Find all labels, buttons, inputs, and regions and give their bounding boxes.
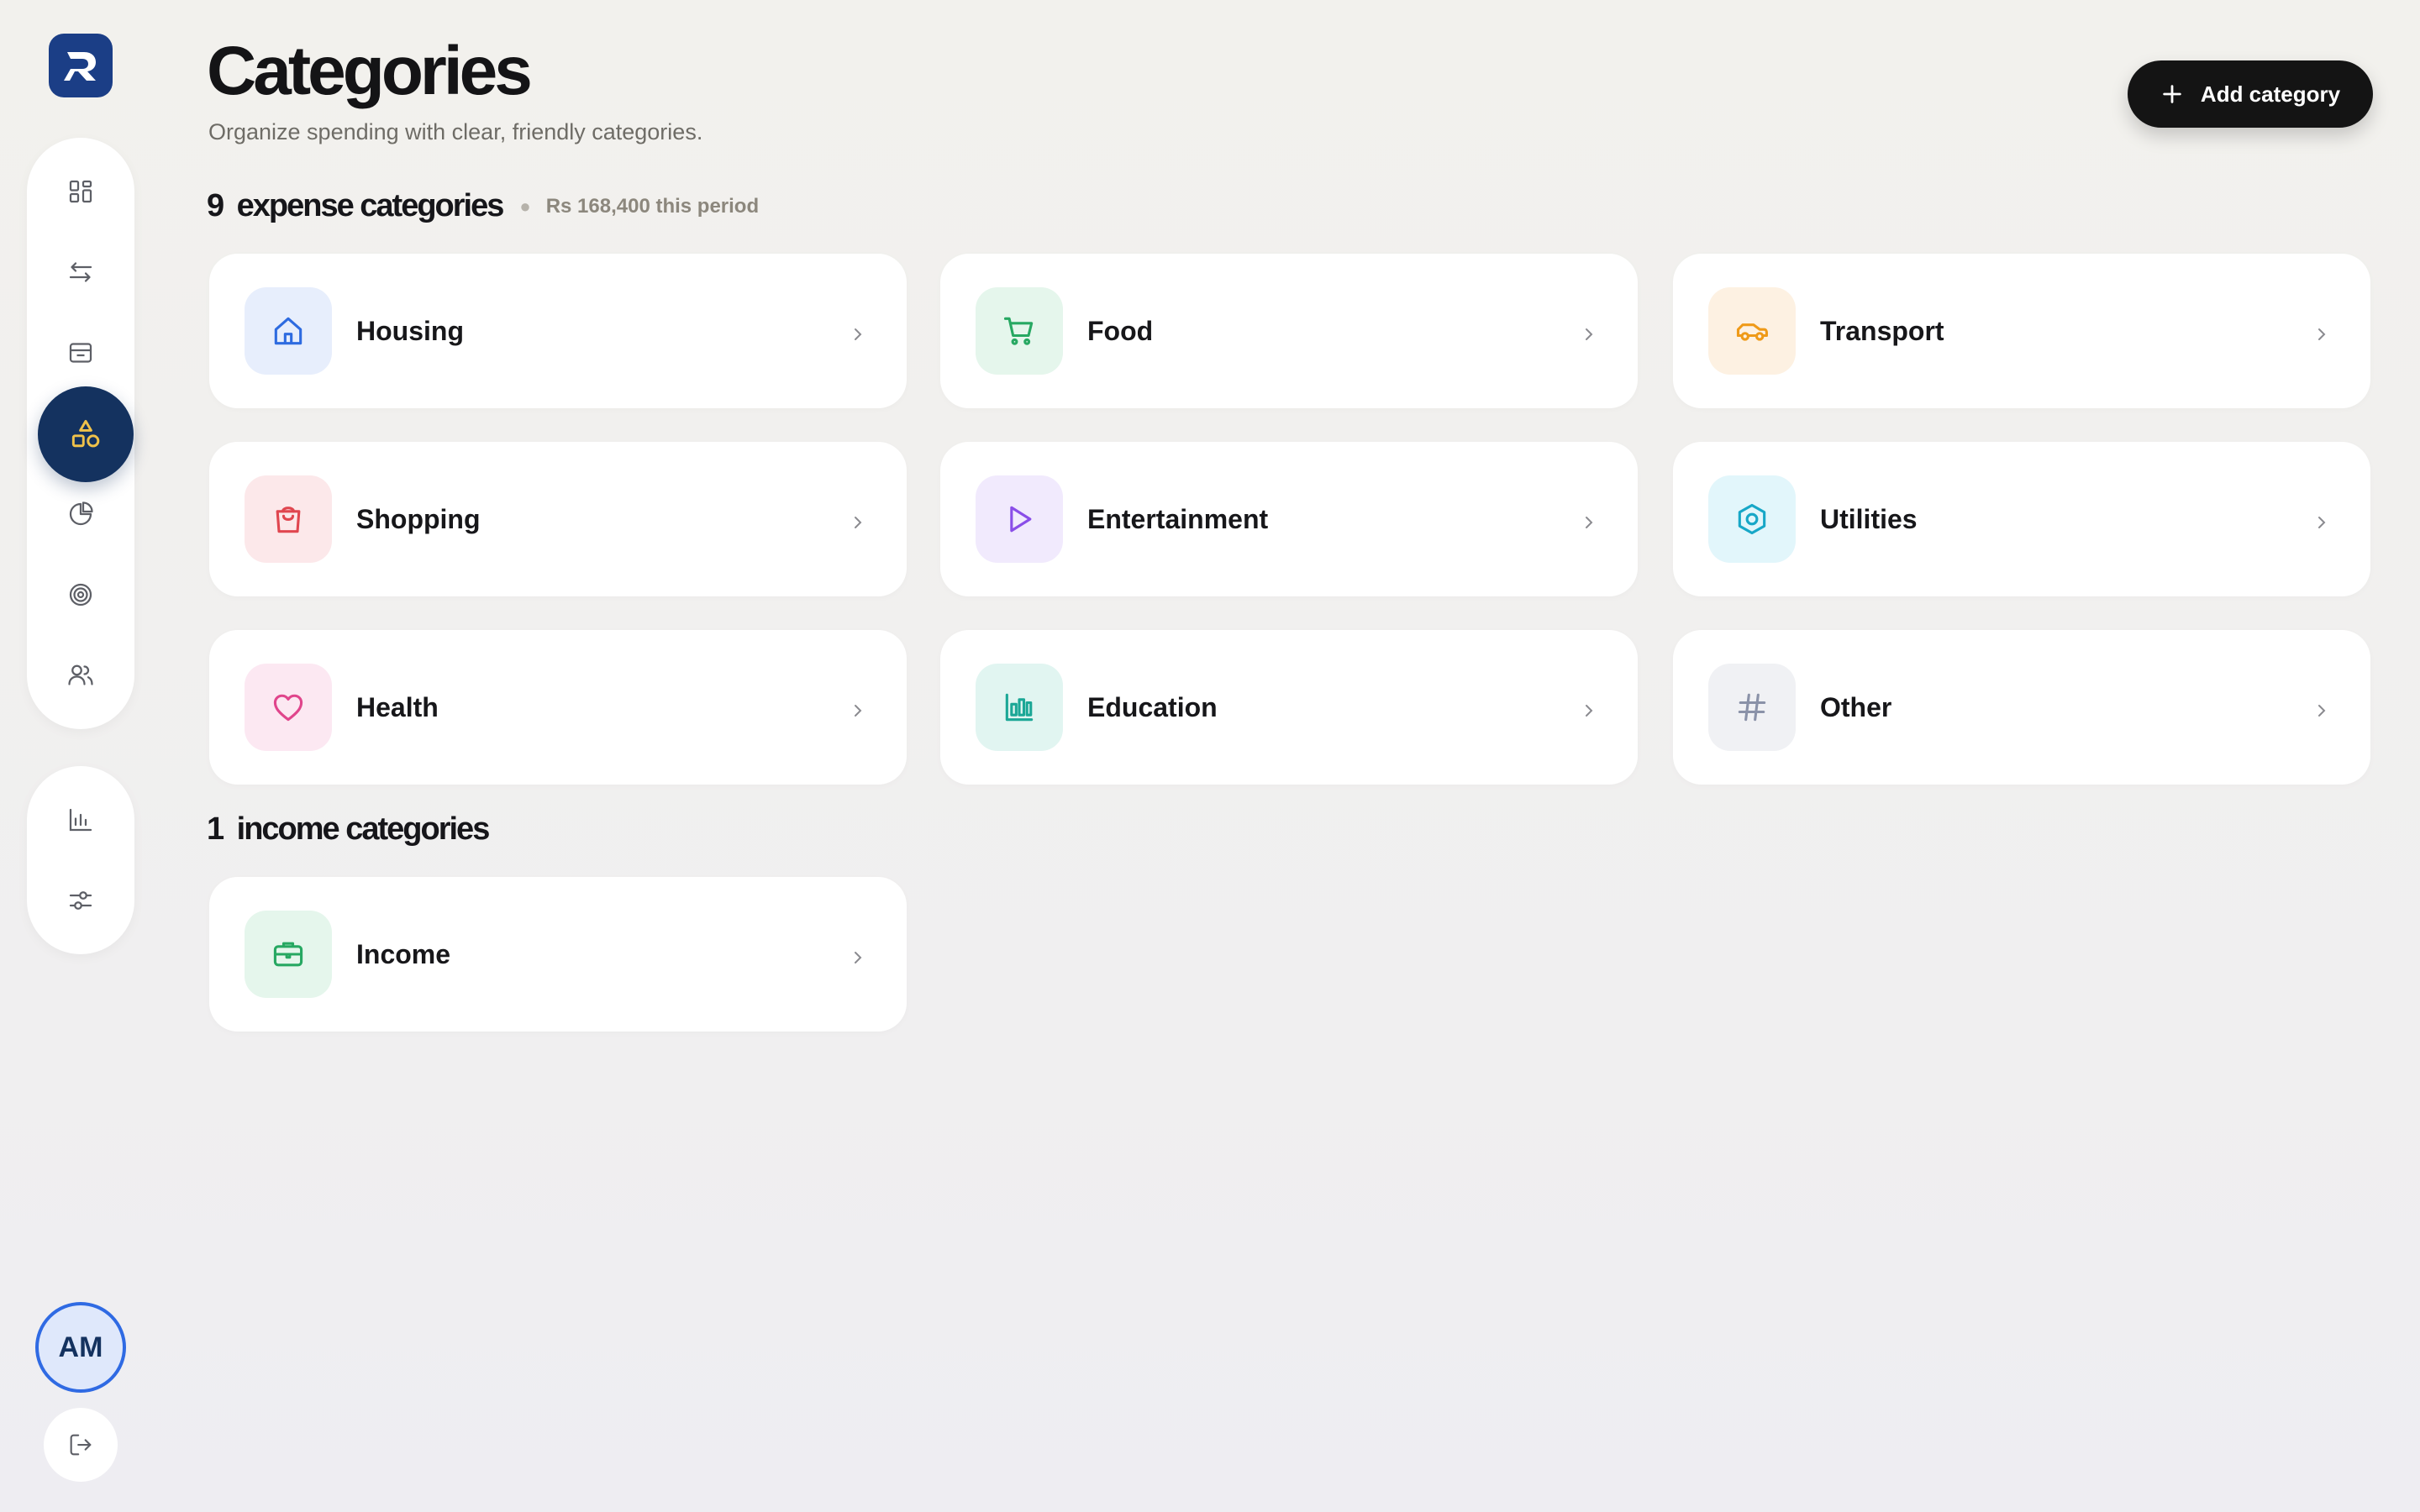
- category-name: Transport: [1820, 316, 1944, 346]
- category-icon-box: [245, 475, 332, 563]
- nav-goals[interactable]: [54, 568, 108, 622]
- sliders-icon: [69, 891, 92, 910]
- category-name: Other: [1820, 692, 1892, 722]
- add-category-label: Add category: [2200, 81, 2341, 107]
- expense-total: Rs 168,400 this period: [545, 194, 760, 218]
- plus-icon: [2163, 85, 2181, 103]
- logo-mark-icon: [64, 52, 96, 81]
- category-icon-box: [1708, 664, 1796, 751]
- shopping-bag-icon: [276, 507, 301, 533]
- house-icon: [274, 317, 302, 345]
- income-label: income categories: [236, 811, 491, 847]
- category-card-education[interactable]: Education: [940, 630, 1638, 785]
- chevron-right-icon: [2318, 517, 2326, 528]
- nav-settings[interactable]: [54, 874, 108, 927]
- expense-count: 9: [207, 188, 224, 223]
- page-subtitle: Organize spending with clear, friendly c…: [208, 119, 703, 144]
- pie-chart-icon: [69, 501, 93, 526]
- chevron-right-icon: [2318, 705, 2326, 717]
- logout-icon: [70, 1434, 92, 1456]
- sidebar-secondary-nav: [27, 766, 134, 954]
- chevron-right-icon: [1586, 517, 1593, 528]
- category-card-food[interactable]: Food: [940, 254, 1638, 408]
- dashboard-icon: [69, 180, 92, 203]
- category-icon-box: [976, 287, 1063, 375]
- category-name: Income: [356, 939, 451, 969]
- inbox-icon: [69, 343, 92, 363]
- target-icon: [69, 583, 92, 606]
- expense-section-heading: 9 expense categories ● Rs 168,400 this p…: [207, 188, 759, 224]
- category-card-transport[interactable]: Transport: [1673, 254, 2370, 408]
- user-initials: AM: [58, 1331, 103, 1363]
- chevron-right-icon: [855, 952, 862, 963]
- nav-inbox[interactable]: [54, 326, 108, 380]
- category-card-housing[interactable]: Housing: [209, 254, 907, 408]
- nav-categories-active[interactable]: [38, 386, 134, 482]
- cart-icon: [1003, 317, 1034, 345]
- category-card-other[interactable]: Other: [1673, 630, 2370, 785]
- user-avatar[interactable]: AM: [35, 1302, 126, 1393]
- income-section-heading: 1 income categories: [207, 811, 491, 848]
- category-name: Housing: [356, 316, 464, 346]
- category-icon-box: [976, 475, 1063, 563]
- income-count: 1: [207, 811, 224, 847]
- users-icon: [68, 664, 93, 685]
- category-icon-box: [245, 287, 332, 375]
- chevron-right-icon: [855, 517, 862, 528]
- category-name: Entertainment: [1087, 504, 1269, 534]
- app-logo[interactable]: [49, 34, 113, 97]
- category-card-health[interactable]: Health: [209, 630, 907, 785]
- category-icon-box: [245, 911, 332, 998]
- nav-reports[interactable]: [54, 793, 108, 847]
- play-icon: [1010, 506, 1032, 533]
- add-category-button[interactable]: Add category: [2128, 60, 2373, 128]
- chevron-right-icon: [1586, 705, 1593, 717]
- chevron-right-icon: [2318, 328, 2326, 340]
- expense-label: expense categories: [236, 188, 505, 223]
- category-icon-box: [1708, 287, 1796, 375]
- category-icon-box: [976, 664, 1063, 751]
- category-icon-box: [1708, 475, 1796, 563]
- category-name: Health: [356, 692, 439, 722]
- hexagon-nut-icon: [1738, 503, 1766, 535]
- chevron-right-icon: [1586, 328, 1593, 340]
- bar-chart-icon: [69, 808, 92, 832]
- shapes-icon: [71, 419, 100, 448]
- chevron-right-icon: [855, 705, 862, 717]
- transfer-arrows-icon: [69, 262, 92, 282]
- category-name: Food: [1087, 316, 1154, 346]
- category-icon-box: [245, 664, 332, 751]
- category-card-entertainment[interactable]: Entertainment: [940, 442, 1638, 596]
- nav-people[interactable]: [54, 648, 108, 702]
- separator-dot: ●: [519, 195, 531, 217]
- category-name: Education: [1087, 692, 1218, 722]
- category-card-income[interactable]: Income: [209, 877, 907, 1032]
- car-icon: [1736, 323, 1768, 341]
- nav-analytics[interactable]: [54, 487, 108, 541]
- category-name: Shopping: [356, 504, 481, 534]
- bar-chart-icon: [1005, 693, 1034, 722]
- page-title: Categories: [207, 33, 533, 109]
- category-name: Utilities: [1820, 504, 1918, 534]
- nav-transactions[interactable]: [54, 245, 108, 299]
- logout-button[interactable]: [44, 1408, 118, 1482]
- category-card-utilities[interactable]: Utilities: [1673, 442, 2370, 596]
- nav-dashboard[interactable]: [54, 165, 108, 218]
- category-card-shopping[interactable]: Shopping: [209, 442, 907, 596]
- chevron-right-icon: [855, 328, 862, 340]
- briefcase-icon: [273, 942, 303, 967]
- heart-icon: [273, 694, 303, 722]
- hash-icon: [1738, 693, 1766, 722]
